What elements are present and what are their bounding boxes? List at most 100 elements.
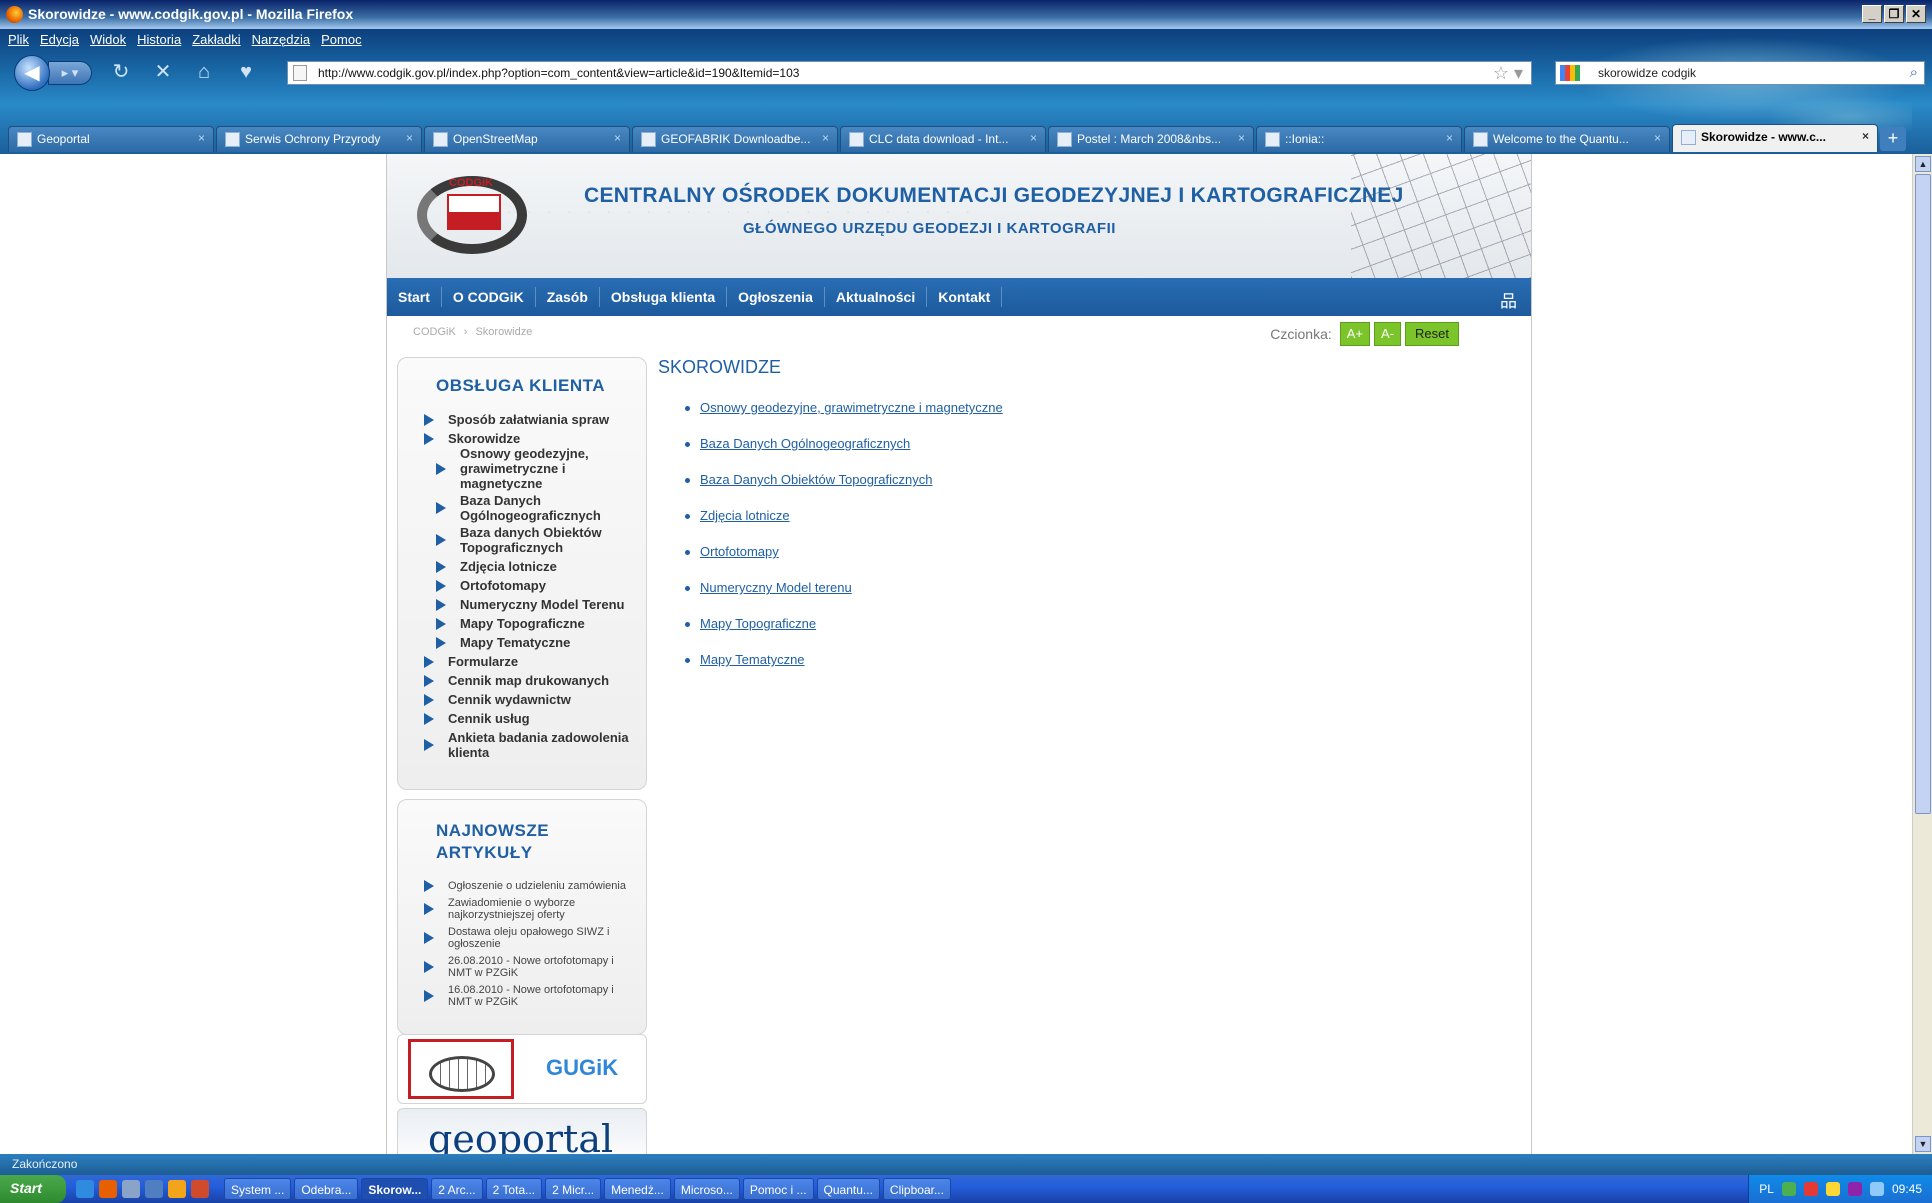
link-mapy-tematyczne[interactable]: Mapy Tematyczne — [700, 652, 805, 667]
nav-aktualnosci[interactable]: Aktualności — [825, 287, 928, 307]
nav-kontakt[interactable]: Kontakt — [927, 287, 1003, 307]
close-tab-icon[interactable]: × — [1862, 129, 1869, 143]
nav-zasob[interactable]: Zasób — [536, 287, 600, 307]
taskbar-button[interactable]: Odebra... — [294, 1178, 359, 1200]
menu-pomoc[interactable]: Pomoc — [321, 32, 361, 47]
google-icon[interactable] — [1560, 65, 1580, 81]
home-icon[interactable]: ⌂ — [191, 59, 217, 85]
back-button[interactable]: ◀ — [14, 55, 50, 91]
menu-narzedzia[interactable]: Narzędzia — [252, 32, 311, 47]
link-mapy-topograficzne[interactable]: Mapy Topograficzne — [700, 616, 816, 631]
news-item[interactable]: 26.08.2010 - Nowe ortofotomapy i NMT w P… — [424, 955, 636, 979]
taskbar-button[interactable]: System ... — [224, 1178, 292, 1200]
font-increase-button[interactable]: A+ — [1339, 322, 1371, 346]
scroll-up-icon[interactable]: ▲ — [1915, 156, 1931, 172]
opera-icon[interactable] — [191, 1180, 209, 1198]
tab-quantum[interactable]: Welcome to the Quantu... × — [1464, 126, 1670, 152]
menu-item-sposob[interactable]: Sposób załatwiania spraw — [424, 412, 636, 427]
taskbar-button[interactable]: 2 Arc... — [431, 1178, 483, 1200]
tab-clc-data[interactable]: CLC data download - Int... × — [840, 126, 1046, 152]
close-tab-icon[interactable]: × — [614, 131, 621, 145]
close-tab-icon[interactable]: × — [822, 131, 829, 145]
tab-openstreetmap[interactable]: OpenStreetMap × — [424, 126, 630, 152]
minimize-button[interactable]: _ — [1862, 5, 1882, 23]
taskbar-button[interactable]: Quantu... — [816, 1178, 880, 1200]
app-tray-icon[interactable] — [1847, 1182, 1862, 1196]
forward-button[interactable]: ▸ ▾ — [48, 61, 92, 85]
link-nmt[interactable]: Numeryczny Model terenu — [700, 580, 852, 595]
vertical-scrollbar[interactable]: ▲ ▼ — [1912, 154, 1932, 1154]
nav-obsluga-klienta[interactable]: Obsługa klienta — [600, 287, 728, 307]
link-zdjecia-lotnicze[interactable]: Zdjęcia lotnicze — [700, 508, 790, 523]
new-tab-button[interactable]: + — [1880, 127, 1906, 151]
stop-icon[interactable]: ✕ — [150, 59, 176, 85]
close-window-button[interactable]: ✕ — [1906, 5, 1926, 23]
menu-item-formularze[interactable]: Formularze — [424, 654, 636, 669]
close-tab-icon[interactable]: × — [1446, 131, 1453, 145]
menu-historia[interactable]: Historia — [137, 32, 181, 47]
menu-item-zdjecia[interactable]: Zdjęcia lotnicze — [424, 559, 636, 574]
tab-ionia[interactable]: ::Ionia:: × — [1256, 126, 1462, 152]
taskbar-button[interactable]: 2 Micr... — [545, 1178, 602, 1200]
nav-ogloszenia[interactable]: Ogłoszenia — [727, 287, 825, 307]
ie-icon[interactable] — [76, 1180, 94, 1198]
taskbar-button[interactable]: Clipboar... — [882, 1178, 951, 1200]
close-tab-icon[interactable]: × — [1030, 131, 1037, 145]
folder-icon[interactable] — [168, 1180, 186, 1198]
close-tab-icon[interactable]: × — [198, 131, 205, 145]
menu-edycja[interactable]: Edycja — [40, 32, 79, 47]
font-reset-button[interactable]: Reset — [1405, 322, 1459, 346]
restore-button[interactable]: ❐ — [1884, 5, 1904, 23]
menu-item-cennik-wydawnictw[interactable]: Cennik wydawnictw — [424, 692, 636, 707]
sitemap-icon[interactable]: 品 — [1500, 287, 1517, 312]
antivirus-icon[interactable] — [1803, 1182, 1818, 1196]
nav-start[interactable]: Start — [387, 287, 442, 307]
font-decrease-button[interactable]: A- — [1374, 322, 1402, 346]
breadcrumb-home[interactable]: CODGiK — [413, 326, 456, 338]
menu-item-osnowy[interactable]: Osnowy geodezyjne, grawimetryczne i magn… — [424, 446, 636, 491]
tab-postel[interactable]: Postel : March 2008&nbs... × — [1048, 126, 1254, 152]
menu-item-cennik-map[interactable]: Cennik map drukowanych — [424, 673, 636, 688]
search-bar[interactable]: skorowidze codgik ⌕ — [1555, 61, 1925, 85]
close-tab-icon[interactable]: × — [406, 131, 413, 145]
close-tab-icon[interactable]: × — [1238, 131, 1245, 145]
menu-zakladki[interactable]: Zakładki — [192, 32, 240, 47]
news-item[interactable]: Zawiadomienie o wyborze najkorzystniejsz… — [424, 897, 636, 921]
start-button[interactable]: Start — [0, 1175, 66, 1203]
menu-plik[interactable]: Plik — [8, 32, 29, 47]
taskbar-button[interactable]: Menedż... — [604, 1178, 671, 1200]
firefox-quicklaunch-icon[interactable] — [99, 1180, 117, 1198]
news-item[interactable]: Dostawa oleju opałowego SIWZ i ogłoszeni… — [424, 926, 636, 950]
menu-widok[interactable]: Widok — [90, 32, 126, 47]
tab-skorowidze[interactable]: Skorowidze - www.c... × — [1672, 124, 1878, 152]
taskbar-button[interactable]: 2 Tota... — [485, 1178, 543, 1200]
menu-item-baza-ogolnogeograficznych[interactable]: Baza Danych Ogólnogeograficznych — [424, 493, 636, 523]
star-icon[interactable]: ☆ ▾ — [1493, 63, 1523, 84]
scroll-down-icon[interactable]: ▼ — [1915, 1136, 1931, 1152]
tab-geofabrik[interactable]: GEOFABRIK Downloadbe... × — [632, 126, 838, 152]
link-baza-ogolnogeograficznych[interactable]: Baza Danych Ogólnogeograficznych — [700, 436, 910, 451]
menu-item-cennik-uslug[interactable]: Cennik usług — [424, 711, 636, 726]
taskbar-button[interactable]: Pomoc i ... — [742, 1178, 814, 1200]
bookmark-heart-icon[interactable]: ♥ — [233, 59, 259, 85]
codgik-logo[interactable]: CODGiK — [409, 172, 533, 258]
menu-item-ortofotomapy[interactable]: Ortofotomapy — [424, 578, 636, 593]
menu-item-mapy-topograficzne[interactable]: Mapy Topograficzne — [424, 616, 636, 631]
reload-icon[interactable]: ↻ — [108, 59, 134, 85]
nav-o-codgik[interactable]: O CODGiK — [442, 287, 536, 307]
taskbar-button[interactable]: Microso... — [673, 1178, 740, 1200]
gugik-banner[interactable]: GUGiK — [397, 1034, 647, 1104]
volume-icon[interactable] — [1869, 1182, 1884, 1196]
news-item[interactable]: Ogłoszenie o udzieleniu zamówienia — [424, 880, 636, 892]
geoportal-banner[interactable]: geoportal — [397, 1108, 647, 1154]
network-icon[interactable] — [1781, 1182, 1796, 1196]
address-bar[interactable]: http://www.codgik.gov.pl/index.php?optio… — [287, 61, 1532, 85]
menu-item-nmt[interactable]: Numeryczny Model Terenu — [424, 597, 636, 612]
language-indicator[interactable]: PL — [1759, 1182, 1774, 1196]
link-baza-obiektow[interactable]: Baza Danych Obiektów Topograficznych — [700, 472, 932, 487]
menu-item-mapy-tematyczne[interactable]: Mapy Tematyczne — [424, 635, 636, 650]
menu-item-baza-obiektow[interactable]: Baza danych Obiektów Topograficznych — [424, 525, 636, 555]
close-tab-icon[interactable]: × — [1654, 131, 1661, 145]
search-icon[interactable]: ⌕ — [1910, 64, 1918, 81]
search-input[interactable]: skorowidze codgik — [1598, 66, 1696, 80]
